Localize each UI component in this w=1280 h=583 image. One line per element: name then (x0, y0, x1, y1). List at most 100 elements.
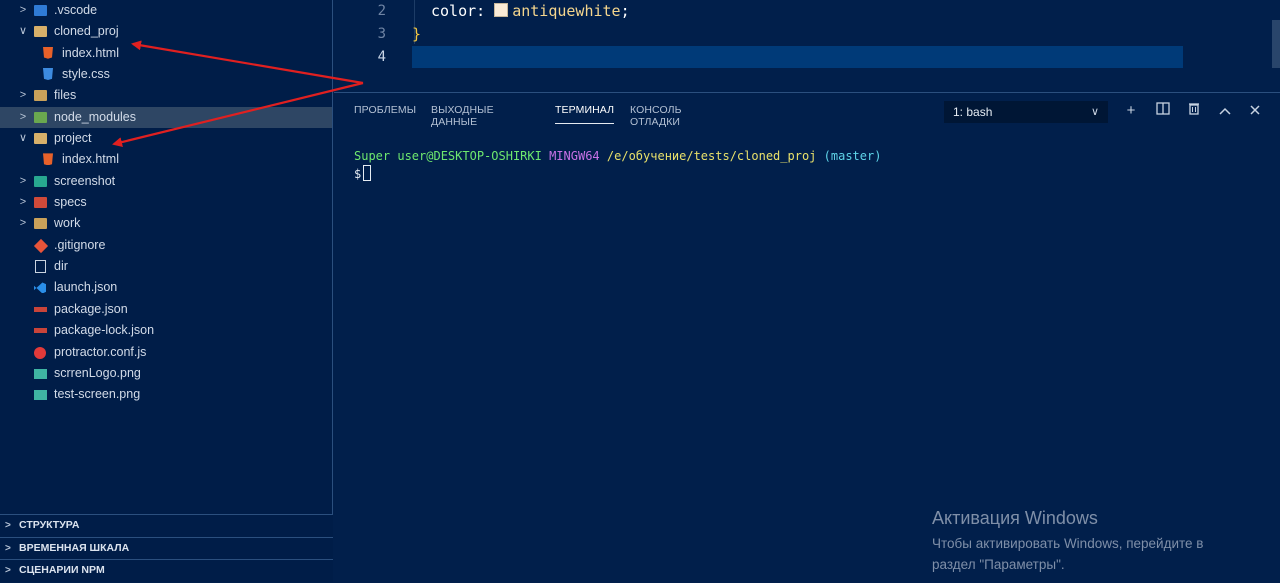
tree-item-package-json[interactable]: package.json (0, 299, 332, 320)
section-npm-scripts[interactable]: > СЦЕНАРИИ NPM (0, 559, 333, 582)
tree-item-package-lock-json[interactable]: package-lock.json (0, 320, 332, 341)
tree-item-test-screen-png[interactable]: test-screen.png (0, 384, 332, 405)
sidebar-sections: > СТРУКТУРА > ВРЕМЕННАЯ ШКАЛА > СЦЕНАРИИ… (0, 514, 333, 582)
html5-icon (43, 46, 53, 59)
closing-brace: } (412, 25, 422, 43)
tree-item-work[interactable]: > work (0, 213, 332, 234)
trash-icon-shape (1189, 103, 1199, 115)
terminal-select-value: 1: bash (953, 105, 993, 119)
tab-problems[interactable]: ПРОБЛЕМЫ (354, 104, 416, 116)
watermark-text: Чтобы активировать Windows, перейдите в … (932, 533, 1242, 575)
tree-item-style-css[interactable]: style.css (0, 64, 332, 85)
editor-scrollbar[interactable] (1272, 20, 1280, 68)
tree-item-screenshot[interactable]: > screenshot (0, 171, 332, 192)
tree-item-label: node_modules (54, 109, 137, 124)
watermark-line: раздел "Параметры". (932, 557, 1065, 572)
tree-item-gitignore[interactable]: .gitignore (0, 235, 332, 256)
tree-item-cloned-index-html[interactable]: index.html (0, 43, 332, 64)
terminal-output[interactable]: Super user@DESKTOP-OSHIRKI MINGW64 /e/об… (354, 148, 881, 183)
specs-folder-icon (34, 197, 47, 209)
tree-item-label: cloned_proj (54, 24, 119, 39)
folder-open-icon (34, 26, 47, 38)
vscode-icon (34, 282, 46, 294)
terminal-system: MINGW64 (549, 149, 600, 163)
semicolon: ; (620, 2, 630, 20)
code-line-2: color: antiquewhite; (431, 2, 630, 20)
color-swatch[interactable] (494, 3, 509, 17)
image-icon (34, 390, 47, 401)
tree-item-protractor-conf[interactable]: protractor.conf.js (0, 342, 332, 363)
chevron-right-icon: > (19, 217, 27, 230)
html5-icon (43, 153, 53, 166)
tree-item-scrrenlogo-png[interactable]: scrrenLogo.png (0, 363, 332, 384)
watermark-title: Активация Windows (932, 508, 1098, 528)
terminal-prompt-symbol: $ (354, 167, 362, 181)
tree-item-label: index.html (62, 152, 119, 167)
line-number: 4 (377, 49, 386, 65)
terminal-input-line: $ (354, 165, 881, 183)
close-icon-shape (1250, 105, 1260, 115)
tree-item-project-index-html[interactable]: index.html (0, 149, 332, 170)
tree-item-node-modules[interactable]: > node_modules (0, 106, 332, 129)
tree-item-label: launch.json (54, 280, 118, 295)
tree-item-label: project (54, 131, 92, 146)
tree-item-label: test-screen.png (54, 387, 141, 402)
tree-item-label: package.json (54, 301, 128, 316)
chevron-right-icon: > (19, 89, 27, 102)
chevron-right-icon: > (5, 520, 11, 531)
screenshot-folder-icon (34, 175, 47, 187)
tab-terminal[interactable]: ТЕРМИНАЛ (555, 104, 615, 124)
chevron-right-icon: > (19, 4, 27, 16)
chevron-down-icon: ∨ (18, 132, 28, 145)
tree-item-files[interactable]: > files (0, 85, 332, 106)
tab-output[interactable]: ВЫХОДНЫЕ ДАННЫЕ (431, 104, 494, 128)
trash-icon[interactable] (1185, 102, 1203, 120)
line-number: 2 (377, 3, 386, 19)
windows-activation-watermark: Активация Windows Чтобы активировать Win… (932, 507, 1242, 575)
tree-item-specs[interactable]: > specs (0, 192, 332, 213)
watermark-line: Чтобы активировать Windows, перейдите в (932, 536, 1204, 551)
npm-icon (34, 328, 47, 334)
split-terminal-icon[interactable] (1154, 102, 1172, 120)
folder-open-icon (34, 133, 47, 145)
chevron-right-icon: > (19, 174, 27, 187)
npm-icon (34, 306, 47, 312)
line-number: 3 (377, 26, 386, 42)
tab-debug-console[interactable]: КОНСОЛЬ ОТЛАДКИ (630, 104, 682, 128)
plus-icon[interactable]: + (1122, 102, 1140, 120)
node-folder-icon (34, 111, 47, 123)
chevron-down-icon: ∨ (18, 25, 28, 38)
tree-item-label: .vscode (54, 3, 98, 17)
tree-item-label: protractor.conf.js (54, 344, 147, 359)
close-icon[interactable] (1246, 102, 1264, 120)
tree-item-label: .gitignore (54, 237, 106, 252)
current-line-highlight (412, 46, 1183, 68)
terminal-branch: (master) (823, 149, 882, 163)
terminal-select[interactable]: 1: bash ∨ (944, 101, 1108, 123)
terminal-path: /e/обучение/tests/cloned_proj (606, 149, 817, 163)
image-icon (34, 368, 47, 379)
tree-item-cloned-proj[interactable]: ∨ cloned_proj (0, 21, 332, 42)
tree-item-label: specs (54, 195, 87, 210)
section-label: СТРУКТУРА (19, 519, 80, 531)
section-label: СЦЕНАРИИ NPM (19, 564, 105, 576)
tree-item-label: index.html (62, 45, 119, 60)
section-outline[interactable]: > СТРУКТУРА (0, 514, 333, 537)
maximize-panel-icon[interactable] (1216, 102, 1234, 120)
tree-item-label: scrrenLogo.png (54, 365, 141, 380)
folder-icon (34, 218, 47, 230)
section-timeline[interactable]: > ВРЕМЕННАЯ ШКАЛА (0, 536, 333, 559)
tree-item-label: package-lock.json (54, 323, 155, 338)
code-editor[interactable]: 2 3 4 color: antiquewhite; } (334, 0, 1280, 92)
terminal-cursor (363, 165, 372, 181)
explorer-sidebar: > .vscode ∨ cloned_proj index.html style… (0, 0, 333, 582)
tree-item-vscode[interactable]: > .vscode (0, 0, 332, 21)
tree-item-launch-json[interactable]: launch.json (0, 277, 332, 298)
tree-item-project[interactable]: ∨ project (0, 128, 332, 149)
css3-icon (43, 68, 53, 81)
terminal-prompt-line: Super user@DESKTOP-OSHIRKI MINGW64 /e/об… (354, 148, 881, 165)
git-icon (33, 238, 49, 253)
tree-item-label: work (54, 216, 81, 231)
css-property: color: (431, 2, 495, 20)
tree-item-dir[interactable]: dir (0, 256, 332, 277)
